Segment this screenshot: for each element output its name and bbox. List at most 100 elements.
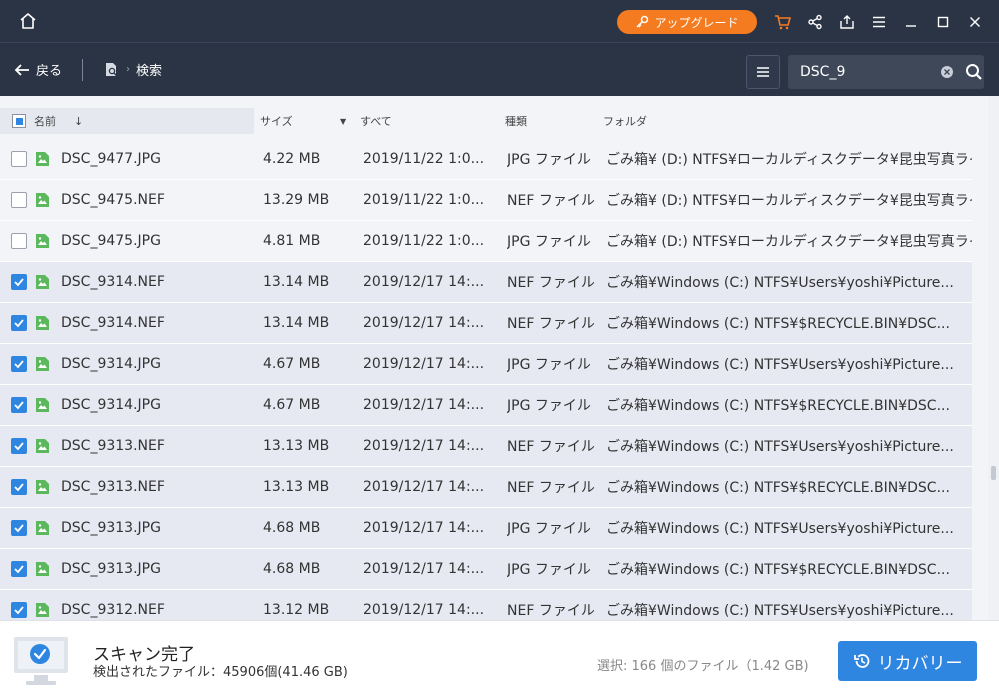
column-header-type[interactable]: 種類 (505, 108, 527, 134)
upgrade-button[interactable]: アップグレード (617, 10, 757, 34)
dropdown-arrow-icon[interactable]: ▼ (340, 117, 346, 126)
select-all-checkbox[interactable] (12, 114, 26, 128)
file-type: JPG ファイル (507, 398, 591, 414)
file-size: 13.12 MB (263, 602, 330, 618)
table-row[interactable]: DSC_9314.JPG 4.67 MB 2019/12/17 14:... JPG … (0, 344, 972, 385)
file-name: DSC_9475.JPG (61, 233, 161, 249)
table-row[interactable]: DSC_9313.NEF 13.13 MB 2019/12/17 14:... NEF… (0, 426, 972, 467)
close-button[interactable] (963, 10, 987, 34)
table-row[interactable]: DSC_9314.NEF 13.14 MB 2019/12/17 14:... NEF… (0, 303, 972, 344)
breadcrumb: › 検索 (104, 60, 162, 79)
search-input[interactable] (800, 64, 934, 80)
column-header-folder[interactable]: フォルダ (603, 108, 647, 134)
file-type: JPG ファイル (507, 234, 591, 250)
checkmark-icon (14, 442, 24, 451)
row-checkbox[interactable] (11, 233, 27, 249)
file-date: 2019/12/17 14:... (363, 438, 485, 454)
table-header: 名前 ↓ サイズ ▼ すべて 種類 フォルダ (0, 108, 990, 134)
file-name: DSC_9314.JPG (61, 397, 161, 413)
share-icon (808, 14, 822, 30)
file-folder: ごみ箱¥Windows (C:) NTFS¥Users¥yoshi¥Pictur… (606, 439, 954, 455)
table-row[interactable]: DSC_9313.JPG 4.68 MB 2019/12/17 14:... JPG … (0, 549, 972, 590)
table-row[interactable]: DSC_9313.JPG 4.68 MB 2019/12/17 14:... JPG … (0, 508, 972, 549)
vertical-scrollbar[interactable] (988, 96, 999, 620)
recover-button[interactable]: リカバリー (838, 641, 977, 681)
header-name-label: 名前 (34, 115, 56, 128)
file-name: DSC_9314.NEF (61, 315, 165, 331)
row-checkbox[interactable] (11, 192, 27, 208)
checkmark-icon (14, 606, 24, 615)
column-header-size[interactable]: サイズ ▼ (260, 108, 350, 134)
clear-icon (940, 66, 953, 78)
back-button[interactable]: 戻る (14, 60, 62, 79)
status-footer: スキャン完了 検出されたファイル：45906個(41.46 GB) 選択: 16… (0, 620, 999, 699)
image-file-icon (36, 275, 49, 289)
maximize-button[interactable] (931, 10, 955, 34)
row-checkbox[interactable] (11, 561, 27, 577)
file-name: DSC_9314.NEF (61, 274, 165, 290)
checkmark-icon (14, 401, 24, 410)
row-checkbox[interactable] (11, 274, 27, 290)
row-checkbox[interactable] (11, 479, 27, 495)
share-button[interactable] (803, 10, 827, 34)
chevron-right-icon: › (126, 64, 130, 75)
selection-info: 選択: 166 個のファイル（1.42 GB) (597, 659, 809, 674)
home-icon (20, 13, 36, 29)
cart-icon (775, 15, 792, 30)
search-file-icon (106, 62, 117, 76)
table-row[interactable]: DSC_9313.NEF 13.13 MB 2019/12/17 14:... NEF… (0, 467, 972, 508)
export-button[interactable] (835, 10, 859, 34)
file-size: 13.29 MB (263, 192, 330, 208)
row-checkbox[interactable] (11, 356, 27, 372)
title-bar: アップグレード (0, 0, 999, 42)
header-date-label: すべて (360, 115, 392, 128)
file-type: NEF ファイル (507, 275, 595, 291)
file-date: 2019/12/17 14:... (363, 479, 485, 495)
breadcrumb-search[interactable]: 検索 (136, 60, 162, 79)
column-header-date[interactable]: すべて (360, 108, 392, 134)
file-type: JPG ファイル (507, 152, 591, 168)
file-folder: ごみ箱¥Windows (C:) NTFS¥Users¥yoshi¥Pictur… (606, 521, 954, 537)
file-folder: ごみ箱¥Windows (C:) NTFS¥Users¥yoshi¥Pictur… (606, 357, 954, 373)
file-type: JPG ファイル (507, 562, 591, 578)
list-view-button[interactable] (746, 55, 780, 89)
scroll-thumb[interactable] (991, 466, 996, 480)
checkmark-icon (14, 565, 24, 574)
table-row[interactable]: DSC_9312.NEF 13.12 MB 2019/12/17 14:... NEF… (0, 590, 972, 620)
cart-button[interactable] (771, 10, 795, 34)
table-row[interactable]: DSC_9314.JPG 4.67 MB 2019/12/17 14:... JPG … (0, 385, 972, 426)
file-date: 2019/12/17 14:... (363, 602, 485, 618)
file-folder: ごみ箱¥ (D:) NTFS¥ローカルディスクデータ¥昆虫写真ライ... (606, 193, 972, 209)
search-clear-button[interactable] (938, 63, 955, 81)
search-button[interactable] (963, 61, 984, 83)
column-header-name[interactable]: 名前 ↓ (0, 108, 254, 134)
row-checkbox[interactable] (11, 151, 27, 167)
maximize-icon (937, 16, 949, 28)
table-row[interactable]: DSC_9314.NEF 13.14 MB 2019/12/17 14:... NEF… (0, 262, 972, 303)
row-checkbox[interactable] (11, 315, 27, 331)
toolbar-divider (82, 59, 83, 81)
row-checkbox[interactable] (11, 397, 27, 413)
minimize-icon (906, 25, 916, 27)
table-row[interactable]: DSC_9475.NEF 13.29 MB 2019/11/22 1:0... NEF… (0, 180, 972, 221)
file-date: 2019/12/17 14:... (363, 520, 485, 536)
row-checkbox[interactable] (11, 602, 27, 618)
row-checkbox[interactable] (11, 438, 27, 454)
file-name: DSC_9313.JPG (61, 520, 161, 536)
table-row[interactable]: DSC_9475.JPG 4.81 MB 2019/11/22 1:0... JPG … (0, 221, 972, 262)
minimize-button[interactable] (899, 10, 923, 34)
checkmark-icon (14, 319, 24, 328)
home-button[interactable] (14, 8, 42, 34)
search-box (788, 55, 984, 89)
row-checkbox[interactable] (11, 520, 27, 536)
file-folder: ごみ箱¥Windows (C:) NTFS¥Users¥yoshi¥Pictur… (606, 275, 954, 291)
scan-status-detail: 検出されたファイル：45906個(41.46 GB) (93, 665, 348, 680)
file-name: DSC_9313.NEF (61, 479, 165, 495)
menu-button[interactable] (867, 10, 891, 34)
file-type: NEF ファイル (507, 603, 595, 619)
image-file-icon (36, 521, 49, 535)
image-file-icon (36, 562, 49, 576)
file-type: NEF ファイル (507, 316, 595, 332)
table-row[interactable]: DSC_9477.JPG 4.22 MB 2019/11/22 1:0... JPG … (0, 139, 972, 180)
file-size: 13.13 MB (263, 479, 330, 495)
